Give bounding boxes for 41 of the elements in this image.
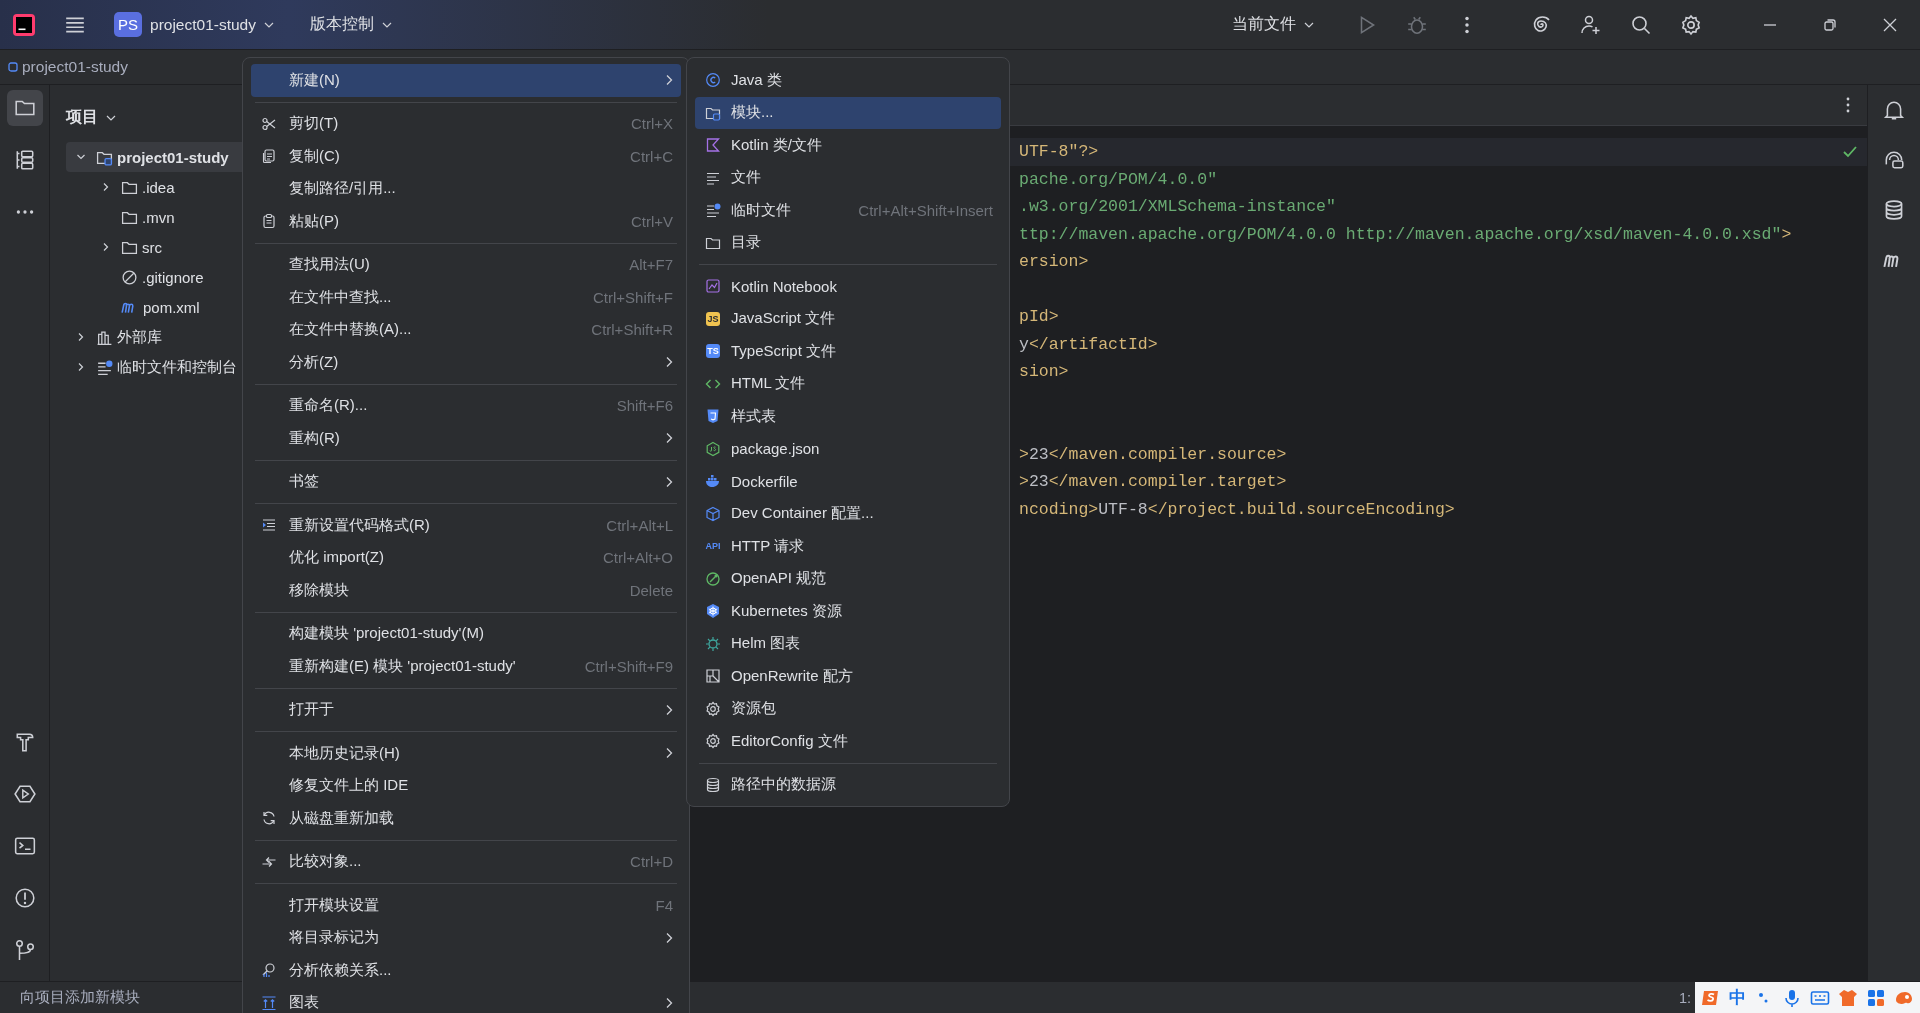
- shortcut-hint: Alt+F7: [629, 256, 673, 274]
- tree-item-label: pom.xml: [143, 298, 200, 316]
- shortcut-hint: Ctrl+Alt+Shift+Insert: [858, 201, 993, 219]
- status-message: 向项目添加新模块: [20, 988, 140, 1007]
- tree-item-label: 临时文件和控制台: [117, 357, 237, 377]
- shortcut-hint: Ctrl+Shift+R: [591, 321, 673, 339]
- project-name: project01-study: [150, 15, 256, 34]
- code-line: pId>: [1019, 307, 1059, 327]
- shortcut-hint: F4: [655, 896, 673, 914]
- tree-item-label: .idea: [142, 178, 175, 196]
- code-line: .w3.org/2001/XMLSchema-instance": [1019, 197, 1336, 217]
- shortcut-hint: Shift+F6: [616, 397, 673, 415]
- code-line: >23</maven.compiler.target>: [1019, 472, 1287, 492]
- shortcut-hint: Ctrl+Alt+L: [606, 516, 673, 534]
- tree-item-label: 外部库: [117, 327, 162, 347]
- code-line: >23</maven.compiler.source>: [1019, 444, 1287, 464]
- code-line: ersion>: [1019, 252, 1089, 272]
- code-line: ncoding>UTF-8</project.build.sourceEncoding>: [1019, 499, 1455, 519]
- code-line: y</artifactId>: [1019, 334, 1158, 354]
- shortcut-hint: Delete: [629, 581, 673, 599]
- code-line: UTF-8"?>: [1019, 142, 1099, 162]
- shortcut-hint: Ctrl+Shift+F: [592, 288, 673, 306]
- run-config-label: 当前文件: [1232, 14, 1296, 34]
- shortcut-hint: Ctrl+V: [630, 212, 673, 230]
- tree-item-label: .mvn: [142, 208, 175, 226]
- code-line: pache.org/POM/4.0.0": [1019, 169, 1218, 189]
- tree-item-label: .gitignore: [142, 268, 204, 286]
- shortcut-hint: Ctrl+Alt+O: [602, 549, 673, 567]
- project-badge: PS: [114, 12, 142, 37]
- vcs-label: 版本控制: [310, 14, 374, 34]
- tree-item-label: project01-study: [117, 148, 229, 166]
- file-type-icon: JS: [706, 311, 720, 326]
- shortcut-hint: Ctrl+D: [630, 853, 673, 871]
- shortcut-hint: Ctrl+C: [630, 147, 673, 165]
- tree-item-label: src: [142, 238, 162, 256]
- file-type-icon: TS: [706, 344, 720, 359]
- code-line: sion>: [1019, 362, 1069, 382]
- code-line: ttp://maven.apache.org/POM/4.0.0 http://maven.apache.org/xsd/maven-4.0.0.xsd">: [1019, 224, 1792, 244]
- file-type-icon: API: [704, 539, 722, 554]
- shortcut-hint: Ctrl+X: [630, 115, 673, 133]
- shortcut-hint: Ctrl+Shift+F9: [584, 657, 673, 675]
